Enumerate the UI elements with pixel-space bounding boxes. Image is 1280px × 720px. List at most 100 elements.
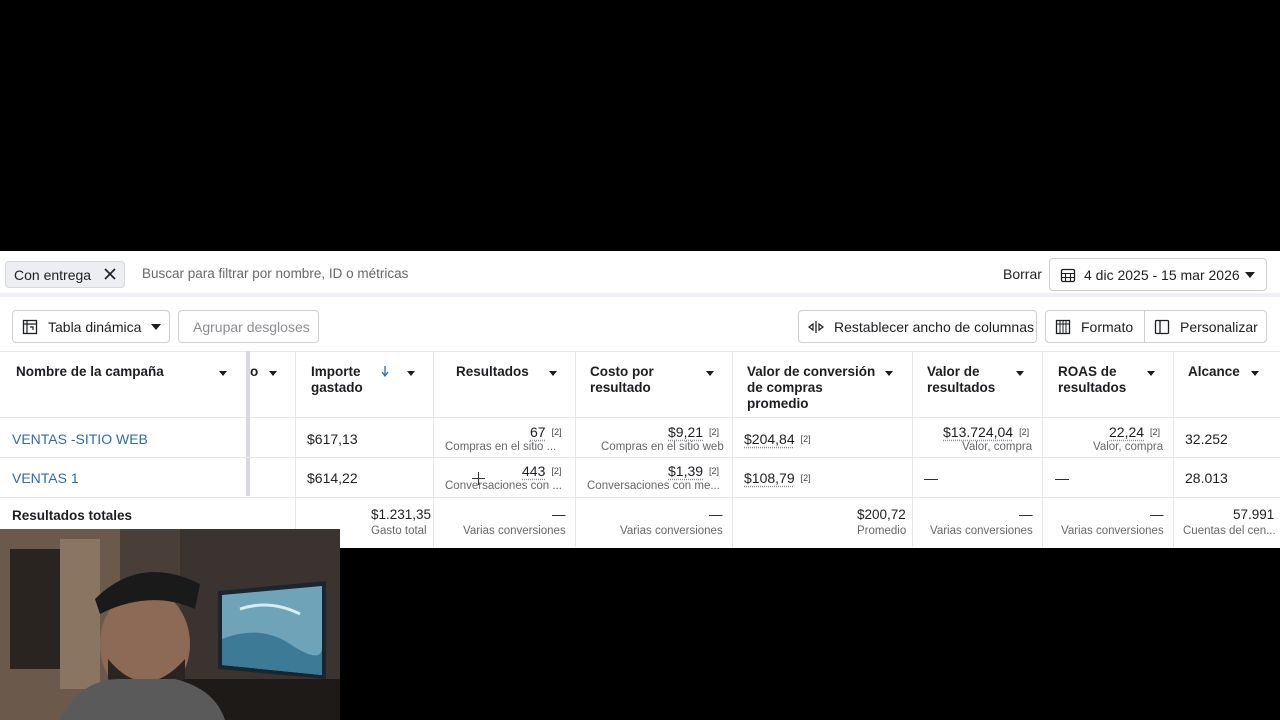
results-value-amount: — bbox=[924, 470, 938, 486]
column-header-results[interactable]: Resultados bbox=[456, 352, 574, 418]
crosshair-cursor-icon bbox=[472, 472, 485, 485]
cost-value[interactable]: $9,21 [2] bbox=[668, 424, 719, 440]
totals-spent-subtitle: Gasto total bbox=[371, 525, 427, 537]
chevron-down-icon[interactable] bbox=[403, 366, 419, 380]
roas-subtitle: Valor, compra bbox=[1093, 441, 1164, 453]
campaigns-table: Nombre de la campaña o Importe gastado R… bbox=[0, 351, 1280, 548]
sort-descending-icon[interactable] bbox=[381, 366, 389, 377]
customize-label: Personalizar bbox=[1180, 318, 1258, 335]
column-title: Resultados bbox=[456, 364, 529, 379]
column-title-line: promedio bbox=[747, 396, 809, 411]
campaign-name-link[interactable]: VENTAS -SITIO WEB bbox=[12, 431, 148, 447]
chevron-down-icon[interactable] bbox=[265, 366, 281, 380]
totals-results-subtitle: Varias conversiones bbox=[463, 525, 566, 537]
column-resize-icon bbox=[808, 320, 824, 333]
results-subtitle: Conversaciones con ... bbox=[445, 480, 562, 492]
group-breakdowns-label: Agrupar desgloses bbox=[193, 318, 310, 335]
totals-results: — bbox=[552, 507, 566, 522]
chevron-down-icon[interactable] bbox=[1247, 366, 1263, 380]
column-header-roas[interactable]: ROAS de resultados bbox=[1058, 352, 1172, 418]
totals-label: Resultados totales bbox=[12, 508, 133, 523]
column-title-line: resultado bbox=[590, 380, 651, 395]
totals-spent: $1.231,35 bbox=[371, 507, 432, 522]
totals-roas-subtitle: Varias conversiones bbox=[1061, 525, 1164, 537]
totals-conversion-subtitle: Promedio bbox=[857, 525, 907, 537]
chevron-down-icon bbox=[1245, 272, 1255, 278]
chevron-down-icon[interactable] bbox=[215, 366, 231, 380]
spent-value: $614,22 bbox=[307, 470, 358, 486]
column-title-line: gastado bbox=[311, 380, 363, 395]
totals-roas: — bbox=[1150, 507, 1164, 522]
table-row[interactable]: VENTAS 1 $614,22 443 [2] Conversaciones c… bbox=[0, 458, 1280, 498]
reset-column-widths-button[interactable]: Restablecer ancho de columnas bbox=[798, 310, 1037, 343]
reach-value: 28.013 bbox=[1185, 470, 1228, 486]
column-title-line: resultados bbox=[1058, 380, 1127, 395]
results-value-amount[interactable]: $13.724,04 [2] bbox=[943, 424, 1029, 440]
spent-value: $617,13 bbox=[307, 431, 358, 447]
cost-subtitle: Conversaciones con me... bbox=[587, 480, 720, 492]
filter-bar: Con entrega Buscar para filtrar por nomb… bbox=[0, 251, 1280, 297]
column-header-reach[interactable]: Alcance bbox=[1188, 352, 1278, 418]
column-title: Nombre de la campaña bbox=[16, 364, 164, 379]
date-range-label: 4 dic 2025 - 15 mar 2026 bbox=[1084, 266, 1240, 283]
ads-manager-panel: Con entrega Buscar para filtrar por nomb… bbox=[0, 251, 1280, 548]
pivot-table-button[interactable]: Tabla dinámica bbox=[12, 310, 170, 343]
totals-cost: — bbox=[709, 507, 723, 522]
table-header: Nombre de la campaña o Importe gastado R… bbox=[0, 351, 1280, 418]
table-toolbar: Tabla dinámica Agrupar desgloses Restabl… bbox=[0, 301, 1280, 351]
group-breakdowns-button[interactable]: Agrupar desgloses bbox=[178, 310, 319, 343]
column-header-partial[interactable]: o bbox=[250, 352, 295, 418]
column-title: Alcance bbox=[1188, 364, 1240, 379]
table-row[interactable]: VENTAS -SITIO WEB $617,13 67 [2] Compras … bbox=[0, 418, 1280, 458]
chevron-down-icon[interactable] bbox=[881, 366, 897, 380]
cost-subtitle: Compras en el sitio web bbox=[601, 441, 724, 453]
roas-value[interactable]: 22,24 [2] bbox=[1109, 424, 1160, 440]
chevron-down-icon[interactable] bbox=[545, 366, 561, 380]
format-button[interactable]: Formato bbox=[1045, 310, 1145, 343]
filter-chip-delivery[interactable]: Con entrega bbox=[5, 261, 125, 288]
value-subtitle: Valor, compra bbox=[962, 441, 1033, 453]
conversion-value[interactable]: $204,84 [2] bbox=[744, 431, 811, 447]
presenter-video-image bbox=[0, 529, 340, 720]
totals-value: — bbox=[1019, 507, 1033, 522]
customize-columns-icon bbox=[1154, 319, 1170, 334]
screen: Con entrega Buscar para filtrar por nomb… bbox=[0, 0, 1280, 720]
results-value[interactable]: 67 [2] bbox=[530, 424, 562, 440]
webcam-overlay bbox=[0, 529, 340, 720]
cost-value[interactable]: $1,39 [2] bbox=[668, 463, 719, 479]
totals-value-subtitle: Varias conversiones bbox=[930, 525, 1033, 537]
column-header-spent[interactable]: Importe gastado bbox=[311, 352, 433, 418]
chevron-down-icon[interactable] bbox=[1143, 366, 1159, 380]
column-title-line: de compras bbox=[747, 380, 823, 395]
roas-value: — bbox=[1055, 470, 1069, 486]
column-header-campaign[interactable]: Nombre de la campaña bbox=[16, 352, 246, 418]
clear-button[interactable]: Borrar bbox=[1003, 266, 1042, 282]
search-input[interactable]: Buscar para filtrar por nombre, ID o mét… bbox=[142, 266, 408, 281]
column-title-line: resultados bbox=[927, 380, 996, 395]
results-value[interactable]: 443 [2] bbox=[522, 463, 561, 479]
chevron-down-icon[interactable] bbox=[1012, 366, 1028, 380]
filter-chip-label: Con entrega bbox=[14, 266, 92, 283]
column-header-conversion[interactable]: Valor de conversión de compras promedio bbox=[747, 352, 911, 418]
reach-value: 32.252 bbox=[1185, 431, 1228, 447]
column-header-cost[interactable]: Costo por resultado bbox=[590, 352, 731, 418]
totals-cost-subtitle: Varias conversiones bbox=[620, 525, 723, 537]
pivot-table-label: Tabla dinámica bbox=[48, 318, 142, 335]
conversion-value[interactable]: $108,79 [2] bbox=[744, 470, 811, 486]
results-subtitle: Compras en el sitio ... bbox=[445, 441, 557, 453]
pivot-icon bbox=[22, 319, 38, 334]
column-title: o bbox=[250, 364, 259, 379]
chevron-down-icon[interactable] bbox=[702, 366, 718, 380]
campaign-name-link[interactable]: VENTAS 1 bbox=[12, 470, 79, 486]
reset-column-widths-label: Restablecer ancho de columnas bbox=[834, 318, 1035, 335]
format-icon bbox=[1055, 319, 1071, 334]
totals-reach: 57.991 bbox=[1233, 507, 1275, 522]
calendar-icon bbox=[1060, 268, 1076, 282]
totals-reach-subtitle: Cuentas del cen... bbox=[1183, 525, 1276, 537]
totals-conversion: $200,72 bbox=[857, 507, 906, 522]
chevron-down-icon bbox=[151, 323, 162, 330]
date-range-picker[interactable]: 4 dic 2025 - 15 mar 2026 bbox=[1049, 258, 1267, 291]
column-header-value[interactable]: Valor de resultados bbox=[927, 352, 1041, 418]
close-icon[interactable] bbox=[103, 267, 117, 281]
customize-button[interactable]: Personalizar bbox=[1144, 310, 1267, 343]
